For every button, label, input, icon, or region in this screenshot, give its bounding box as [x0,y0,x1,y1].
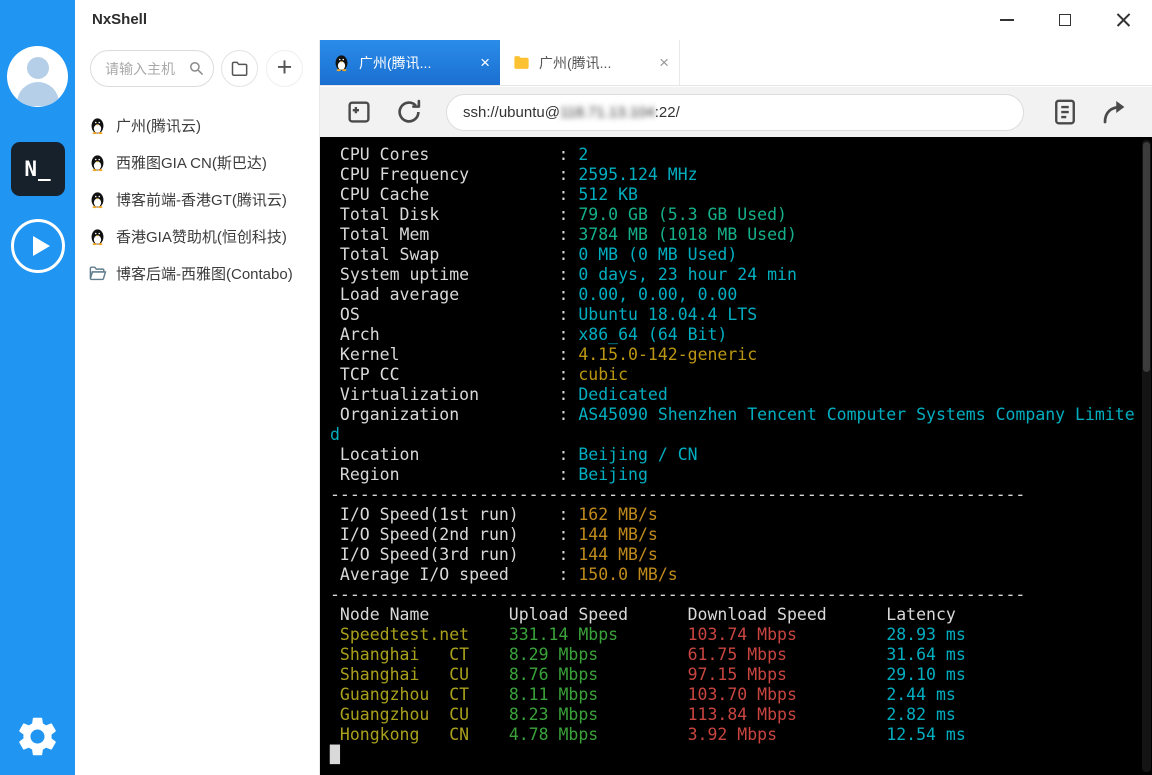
maximize-button[interactable] [1036,0,1094,40]
window-controls [978,0,1152,40]
file-list-icon [1050,97,1080,127]
search-box [90,50,214,87]
terminal-scrollbar[interactable] [1142,140,1151,772]
import-folder-button[interactable] [221,50,258,87]
new-tab-icon [344,97,374,127]
close-icon [1115,12,1132,29]
user-avatar[interactable] [7,46,68,107]
sidebar-search-row: + [75,40,319,98]
linux-icon [332,53,351,72]
tab-terminal-guangzhou[interactable]: 广州(腾讯... × [320,40,500,85]
maximize-icon [1059,14,1071,26]
minimize-button[interactable] [978,0,1036,40]
tab-close-icon[interactable]: × [480,54,490,71]
tab-bar: 广州(腾讯... × 广州(腾讯... × [320,40,1152,86]
tab-sftp-guangzhou[interactable]: 广州(腾讯... × [500,40,680,85]
address-bar[interactable]: ssh://ubuntu@118.71.13.104:22/ [446,94,1024,131]
sftp-panel-button[interactable] [1048,95,1082,129]
linux-icon [88,116,107,135]
folder-icon [230,59,250,79]
host-item-blog-frontend[interactable]: 博客前端-香港GT(腾讯云) [75,181,319,218]
tab-label: 广州(腾讯... [539,53,651,73]
url-suffix: :22/ [655,104,680,121]
host-item-hk-gia[interactable]: 香港GIA赞助机(恒创科技) [75,218,319,255]
host-label: 广州(腾讯云) [116,115,201,136]
forward-arrow-icon [1100,97,1130,127]
gear-icon [14,713,61,760]
new-tab-button[interactable] [342,95,376,129]
quick-connect-button[interactable] [11,219,65,273]
app-title: NxShell [92,11,147,28]
scrollbar-thumb[interactable] [1143,142,1150,372]
terminal-output[interactable]: CPU Cores : 2 CPU Frequency : 2595.124 M… [320,137,1152,765]
linux-icon [88,153,107,172]
url-prefix: ssh://ubuntu@ [463,104,560,121]
host-label: 西雅图GIA CN(斯巴达) [116,152,267,173]
url-ip-obscured: 118.71.13.104 [560,104,655,121]
folder-open-icon [88,264,107,283]
titlebar: NxShell [75,0,1152,40]
folder-icon [512,53,531,72]
terminal[interactable]: CPU Cores : 2 CPU Frequency : 2595.124 M… [320,137,1152,775]
host-label: 博客前端-香港GT(腾讯云) [116,189,287,210]
host-item-seattle-gia[interactable]: 西雅图GIA CN(斯巴达) [75,144,319,181]
forward-button[interactable] [1098,95,1132,129]
linux-icon [88,190,107,209]
host-list: 广州(腾讯云) 西雅图GIA CN(斯巴达) 博客前端-香港GT(腾讯云) 香港… [75,98,319,292]
host-label: 博客后端-西雅图(Contabo) [116,263,293,284]
tab-close-icon[interactable]: × [659,54,669,71]
user-icon [27,57,49,79]
refresh-icon [394,97,424,127]
nxshell-window: N_ NxShell [0,0,1152,775]
add-host-button[interactable]: + [266,50,303,87]
linux-icon [88,227,107,246]
host-item-blog-backend[interactable]: 博客后端-西雅图(Contabo) [75,255,319,292]
host-item-guangzhou[interactable]: 广州(腾讯云) [75,107,319,144]
host-label: 香港GIA赞助机(恒创科技) [116,226,287,247]
tab-label: 广州(腾讯... [359,53,472,73]
search-icon [187,59,205,77]
sidebar: + 广州(腾讯云) 西雅图GIA CN(斯巴达) 博客前端-香港GT(腾讯云) … [75,40,320,775]
play-icon [33,236,50,256]
activity-bar: N_ [0,0,75,775]
settings-button[interactable] [14,713,61,760]
close-button[interactable] [1094,0,1152,40]
nxshell-logo[interactable]: N_ [11,142,65,196]
minimize-icon [1000,19,1014,21]
refresh-button[interactable] [392,95,426,129]
session-toolbar: ssh://ubuntu@118.71.13.104:22/ [320,87,1152,137]
